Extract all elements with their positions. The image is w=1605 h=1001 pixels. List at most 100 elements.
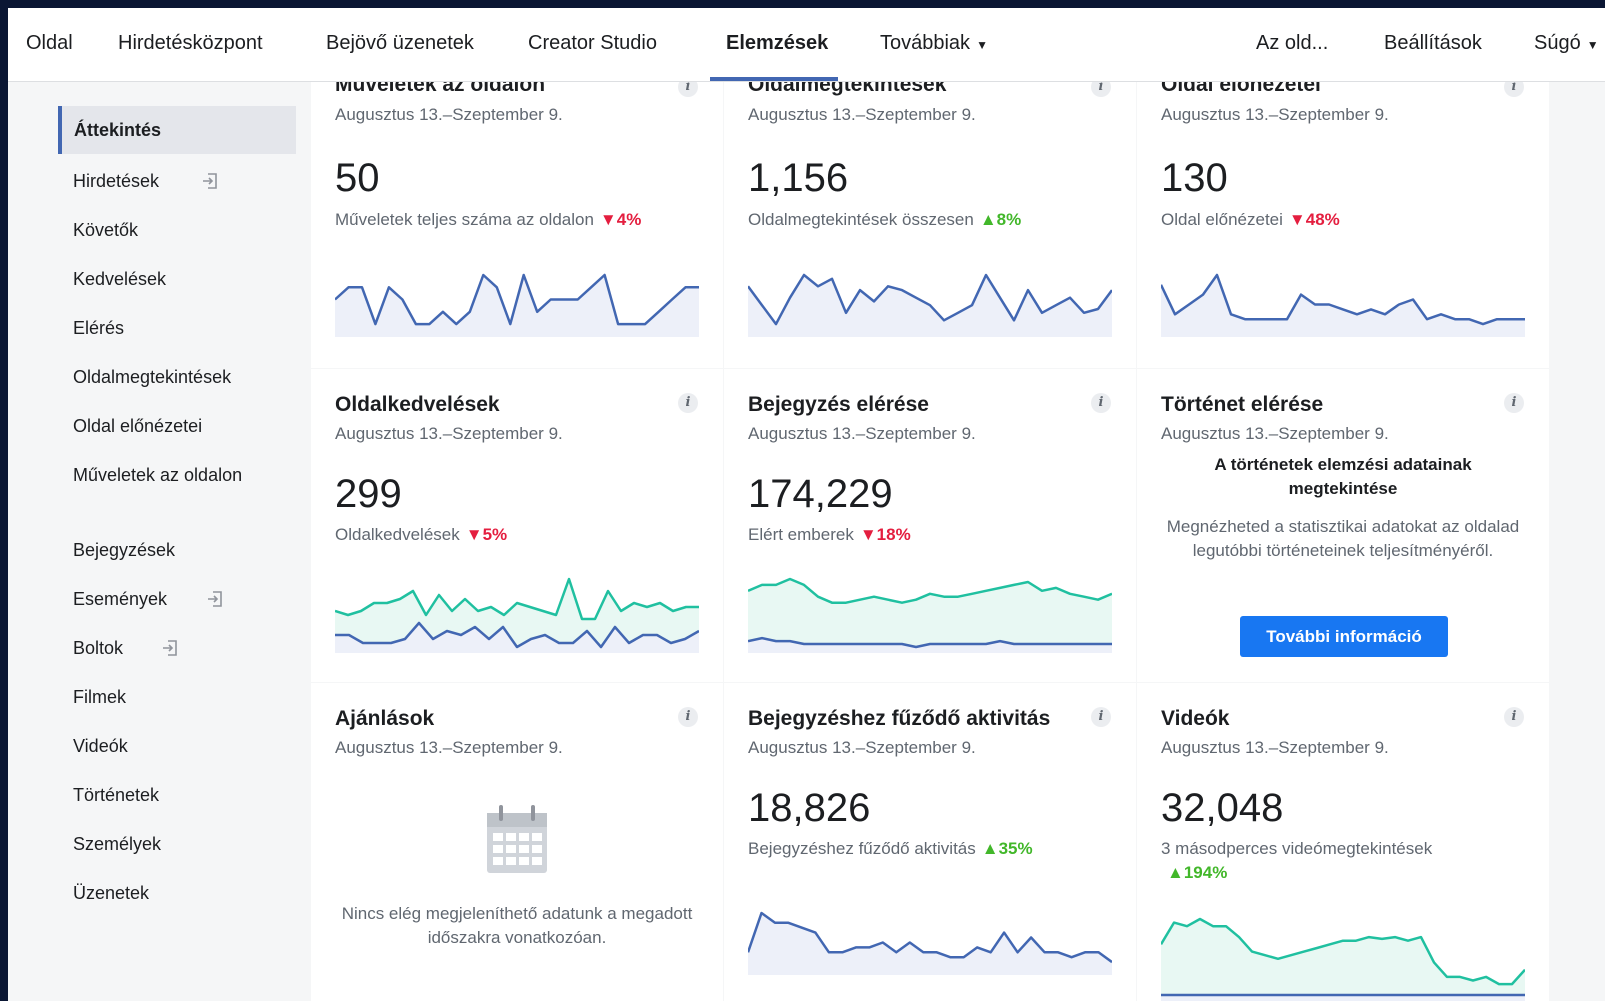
nav-creator-studio[interactable]: Creator Studio <box>528 8 657 81</box>
sparkline <box>748 911 1112 975</box>
card-value: 299 <box>335 472 402 516</box>
sidebar-item-label: Hirdetések <box>73 171 160 191</box>
nav-sugo-label: Súgó <box>1534 32 1581 54</box>
sparkline <box>748 273 1112 337</box>
top-navigation: Oldal Hirdetésközpont Bejövő üzenetek Cr… <box>8 8 1605 82</box>
card-sub: Oldalmegtekintések összesen <box>748 210 974 229</box>
info-icon[interactable]: i <box>1504 707 1524 727</box>
chevron-down-icon: ▼ <box>1586 38 1599 52</box>
sidebar-item-attekintes[interactable]: Áttekintés <box>58 106 296 154</box>
change-value: 35% <box>998 839 1033 858</box>
sidebar-item-szemelyek[interactable]: Személyek <box>58 830 296 858</box>
card-oldal-elonezetei[interactable]: Oldal előnézetei Augusztus 13.–Szeptembe… <box>1137 81 1549 368</box>
export-icon <box>203 173 217 189</box>
change-value: 194% <box>1183 863 1228 882</box>
card-title: Műveletek az oldalon <box>335 81 546 96</box>
card-oldalmegtekintesek[interactable]: Oldalmegtekintések Augusztus 13.–Szeptem… <box>724 81 1136 368</box>
card-muveletek[interactable]: Műveletek az oldalon Augusztus 13.–Szept… <box>311 81 723 368</box>
change-down: ▼4% <box>599 210 642 229</box>
chevron-down-icon: ▼ <box>976 38 988 52</box>
change-value: 48% <box>1305 210 1340 229</box>
card-bejegyzes-aktivitas[interactable]: Bejegyzéshez fűződő aktivitás Augusztus … <box>724 683 1136 1001</box>
trend-area <box>1161 275 1525 337</box>
card-date: Augusztus 13.–Szeptember 9. <box>1161 738 1389 757</box>
sidebar-item-esemenyek[interactable]: Események <box>58 585 296 613</box>
sidebar-item-kedvelesek[interactable]: Kedvelések <box>58 265 296 293</box>
card-tortenet-elerese[interactable]: Történet elérése Augusztus 13.–Szeptembe… <box>1137 369 1549 682</box>
sidebar-item-tortenetek[interactable]: Történetek <box>58 781 296 809</box>
card-bejegyzes-elerese[interactable]: Bejegyzés elérése Augusztus 13.–Szeptemb… <box>724 369 1136 682</box>
trend-a-area <box>1161 919 1525 1001</box>
card-title: Oldal előnézetei <box>1161 81 1321 96</box>
card-title: Oldalkedvelések <box>335 393 500 416</box>
info-icon[interactable]: i <box>678 81 698 97</box>
nav-bejovo-uzenetek[interactable]: Bejövő üzenetek <box>326 8 474 81</box>
info-icon[interactable]: i <box>1091 707 1111 727</box>
change-up: ▲8% <box>979 210 1022 229</box>
nav-oldal[interactable]: Oldal <box>26 8 73 81</box>
sidebar-item-videok[interactable]: Videók <box>58 732 296 760</box>
sidebar-item-kovetok[interactable]: Követők <box>58 216 296 244</box>
card-ajanlasok[interactable]: Ajánlások Augusztus 13.–Szeptember 9. i … <box>311 683 723 1001</box>
card-videok[interactable]: Videók Augusztus 13.–Szeptember 9. i 32,… <box>1137 683 1549 1001</box>
card-title: Ajánlások <box>335 707 435 730</box>
card-date: Augusztus 13.–Szeptember 9. <box>1161 105 1389 124</box>
nav-beallitasok[interactable]: Beállítások <box>1384 8 1482 81</box>
card-sub: 3 másodperces videómegtekintések <box>1161 839 1433 858</box>
info-icon[interactable]: i <box>1091 81 1111 97</box>
trend-area <box>335 275 699 337</box>
trend-area <box>748 913 1112 975</box>
nav-sugo[interactable]: Súgó ▼ <box>1534 8 1599 81</box>
nav-tovabbiak[interactable]: Továbbiak ▼ <box>880 8 988 81</box>
change-down: ▼18% <box>859 525 911 544</box>
nav-hirdeteskozpont[interactable]: Hirdetésközpont <box>118 8 263 81</box>
nav-elemzesek[interactable]: Elemzések <box>726 8 828 81</box>
sidebar-item-eleres[interactable]: Elérés <box>58 314 296 342</box>
change-up: ▲194% <box>1167 863 1228 882</box>
sidebar-item-boltok[interactable]: Boltok <box>58 634 296 662</box>
change-down: ▼5% <box>465 525 508 544</box>
card-date: Augusztus 13.–Szeptember 9. <box>1161 424 1389 443</box>
card-title: Bejegyzéshez fűződő aktivitás <box>748 707 1051 730</box>
card-sub: Bejegyzéshez fűződő aktivitás <box>748 839 976 858</box>
sidebar-item-oldalmegtekintesek[interactable]: Oldalmegtekintések <box>58 363 296 391</box>
change-down: ▼48% <box>1288 210 1340 229</box>
change-value: 4% <box>616 210 642 229</box>
story-heading: A történetek elemzési adatainak megtekin… <box>1214 455 1472 498</box>
change-value: 8% <box>996 210 1022 229</box>
card-sub: Oldal előnézetei <box>1161 210 1283 229</box>
info-icon[interactable]: i <box>678 707 698 727</box>
sidebar-item-uzenetek[interactable]: Üzenetek <box>58 879 296 907</box>
sparkline <box>748 577 1112 653</box>
nav-az-oldal[interactable]: Az old... <box>1256 8 1328 81</box>
info-icon[interactable]: i <box>1504 393 1524 413</box>
sidebar-item-muveletek[interactable]: Műveletek az oldalon <box>58 461 258 489</box>
card-title: Történet elérése <box>1161 393 1324 416</box>
card-oldalkedvelesek[interactable]: Oldalkedvelések Augusztus 13.–Szeptember… <box>311 369 723 682</box>
more-info-button[interactable]: További információ <box>1240 616 1448 657</box>
export-icon <box>163 640 177 656</box>
sparkline <box>1161 273 1525 337</box>
card-date: Augusztus 13.–Szeptember 9. <box>748 424 976 443</box>
sparkline <box>1161 917 1525 1001</box>
export-icon <box>208 591 222 607</box>
sidebar-item-filmek[interactable]: Filmek <box>58 683 296 711</box>
info-icon[interactable]: i <box>678 393 698 413</box>
sidebar-item-bejegyzesek[interactable]: Bejegyzések <box>58 536 296 564</box>
story-description: Megnézheted a statisztikai adatokat az o… <box>1166 517 1520 560</box>
sidebar-item-oldal-elonezetei[interactable]: Oldal előnézetei <box>58 412 296 440</box>
sidebar-item-label: Boltok <box>73 638 124 658</box>
card-date: Augusztus 13.–Szeptember 9. <box>748 738 976 757</box>
insights-overview: Műveletek az oldalon Augusztus 13.–Szept… <box>311 81 1605 1001</box>
card-title: Bejegyzés elérése <box>748 393 929 416</box>
info-icon[interactable]: i <box>1091 393 1111 413</box>
info-icon[interactable]: i <box>1504 81 1524 97</box>
empty-state-text: Nincs elég megjeleníthető adatunk a mega… <box>341 904 693 947</box>
sidebar-item-hirdetesek[interactable]: Hirdetések <box>58 167 296 195</box>
active-tab-indicator <box>710 77 838 81</box>
sidebar: Áttekintés Hirdetések Követők Kedvelések… <box>8 81 311 1001</box>
card-date: Augusztus 13.–Szeptember 9. <box>335 105 563 124</box>
sparkline <box>335 577 699 653</box>
card-sub: Műveletek teljes száma az oldalon <box>335 210 594 229</box>
card-value: 32,048 <box>1161 786 1284 830</box>
